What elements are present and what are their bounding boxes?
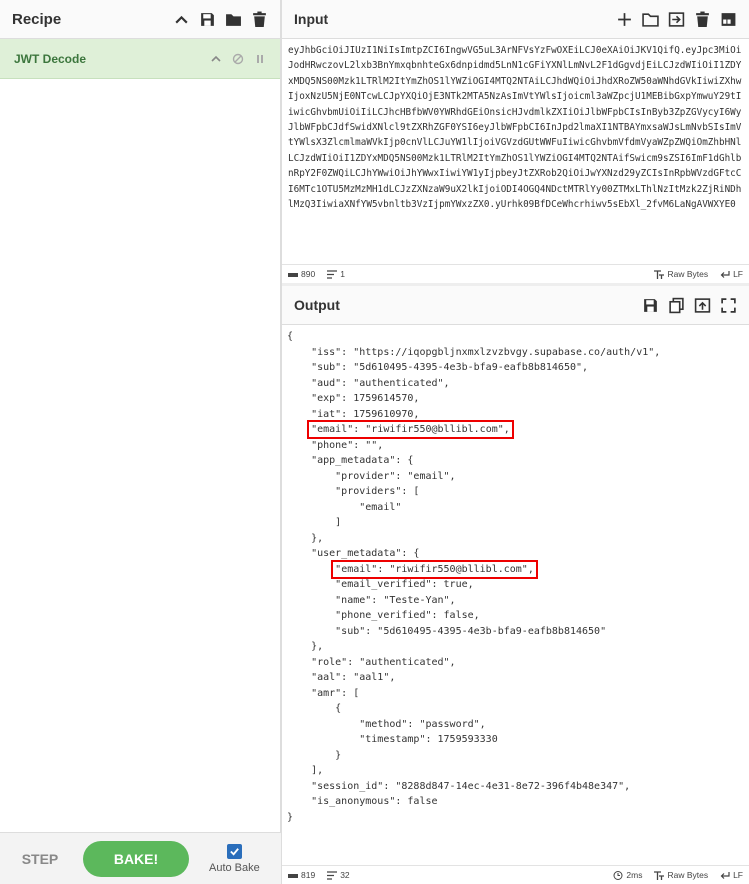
step-button[interactable]: STEP	[0, 851, 80, 867]
output-title: Output	[294, 297, 340, 313]
maximize-icon[interactable]	[720, 297, 737, 314]
bake-button[interactable]: BAKE!	[83, 840, 189, 877]
output-line: "iss": "https://iqopgbljnxmxlzvzbvgy.sup…	[287, 346, 661, 358]
output-line: "name": "Teste-Yan",	[287, 594, 456, 606]
output-line: "aal": "aal1",	[287, 672, 396, 683]
input-status-bar: 890 1 Raw Bytes LF	[282, 264, 749, 283]
output-line: "timestamp": 1759593330	[287, 734, 498, 745]
disable-icon[interactable]	[232, 53, 244, 65]
recipe-title: Recipe	[12, 10, 62, 28]
output-line: "app_metadata": {	[287, 455, 414, 466]
recipe-pane: Recipe JWT Decode STEP BAKE! Auto Bake	[0, 0, 281, 884]
output-line: "user_metadata": {	[287, 548, 420, 559]
output-line: "exp": 1759614570,	[287, 393, 420, 404]
auto-bake-label: Auto Bake	[209, 861, 260, 874]
output-line: "sub": "5d610495-4395-4e3b-bfa9-eafb8b81…	[287, 362, 589, 373]
output-line: "email": "riwifir550@bllibl.com",	[287, 559, 744, 579]
auto-bake-checkbox[interactable]	[226, 843, 242, 859]
input-encoding[interactable]: Raw Bytes	[654, 269, 708, 279]
eol-icon	[720, 270, 730, 278]
output-char-count: 819	[288, 870, 315, 880]
output-line: ]	[287, 517, 342, 528]
text-format-icon	[654, 269, 665, 279]
output-line: "email": "riwifir550@bllibl.com",	[287, 420, 744, 439]
output-line-count: 32	[327, 870, 350, 880]
input-char-count: 890	[288, 269, 315, 279]
trash-icon[interactable]	[694, 11, 711, 28]
operation-jwt-decode[interactable]: JWT Decode	[0, 39, 280, 79]
output-line: "iat": 1759610970,	[287, 408, 420, 420]
chevron-up-icon[interactable]	[210, 53, 222, 65]
add-icon[interactable]	[616, 11, 633, 28]
input-title: Input	[294, 11, 329, 27]
output-line: "phone": "",	[287, 439, 384, 451]
io-pane: Input eyJhbGciOiJIUzI1NiIsImtpZCI6IngwVG…	[282, 0, 749, 884]
output-line: },	[287, 641, 324, 652]
output-line: }	[287, 811, 294, 823]
output-line: "session_id": "8288d847-14ec-4e31-8e72-3…	[287, 780, 631, 792]
trash-icon[interactable]	[251, 11, 268, 28]
save-icon[interactable]	[199, 11, 216, 28]
output-line: {	[287, 331, 294, 342]
output-line: "method": "password",	[287, 718, 486, 730]
input-textarea[interactable]: eyJhbGciOiJIUzI1NiIsImtpZCI6IngwVG5uL3Ar…	[282, 39, 749, 264]
output-line: "is_anonymous": false	[287, 796, 438, 807]
output-line: },	[287, 532, 324, 544]
input-eol[interactable]: LF	[720, 269, 743, 279]
copy-icon[interactable]	[668, 297, 685, 314]
check-icon	[230, 847, 239, 856]
bake-time: 2ms	[613, 870, 642, 880]
output-line: "aud": "authenticated",	[287, 377, 450, 389]
output-header: Output	[282, 286, 749, 325]
output-encoding[interactable]: Raw Bytes	[654, 870, 708, 880]
input-pane: Input eyJhbGciOiJIUzI1NiIsImtpZCI6IngwVG…	[282, 0, 749, 283]
output-pane: Output { "iss": "https://iqopgbljnxmxlzv…	[282, 286, 749, 884]
output-line: "email_verified": true,	[287, 579, 474, 590]
output-line: "providers": [	[287, 486, 420, 497]
import-icon[interactable]	[668, 11, 685, 28]
output-eol[interactable]: LF	[720, 870, 743, 880]
output-line: "phone_verified": false,	[287, 610, 480, 621]
input-line-count: 1	[327, 269, 345, 279]
text-format-icon	[654, 870, 665, 880]
char-count-icon	[288, 272, 298, 277]
clock-icon	[613, 870, 623, 880]
operation-name: JWT Decode	[14, 51, 87, 66]
save-icon[interactable]	[642, 297, 659, 314]
highlighted-email: "email": "riwifir550@bllibl.com",	[307, 420, 514, 439]
highlighted-email: "email": "riwifir550@bllibl.com",	[331, 559, 538, 579]
output-content: { "iss": "https://iqopgbljnxmxlzvzbvgy.s…	[282, 325, 749, 865]
output-line: "sub": "5d610495-4395-4e3b-bfa9-eafb8b81…	[287, 625, 607, 637]
output-line: {	[287, 703, 342, 714]
output-line: "provider": "email",	[287, 470, 456, 482]
output-line: "email"	[287, 501, 402, 513]
open-folder-icon[interactable]	[642, 11, 659, 28]
char-count-icon	[288, 873, 298, 878]
folder-icon[interactable]	[225, 11, 242, 28]
input-header: Input	[282, 0, 749, 39]
lines-icon	[327, 870, 338, 880]
output-line: ],	[287, 765, 324, 776]
output-line: }	[287, 749, 342, 761]
output-status-bar: 819 32 2ms Raw Bytes LF	[282, 865, 749, 884]
chevron-up-icon[interactable]	[173, 11, 190, 28]
recipe-header: Recipe	[0, 0, 280, 39]
layout-icon[interactable]	[720, 11, 737, 28]
lines-icon	[327, 269, 338, 279]
bake-bar: STEP BAKE! Auto Bake	[0, 832, 281, 884]
pause-icon[interactable]	[254, 53, 266, 65]
replace-input-icon[interactable]	[694, 297, 711, 314]
output-line: "role": "authenticated",	[287, 656, 456, 668]
eol-icon	[720, 871, 730, 879]
auto-bake-toggle[interactable]: Auto Bake	[209, 843, 260, 874]
output-line: "amr": [	[287, 687, 360, 699]
